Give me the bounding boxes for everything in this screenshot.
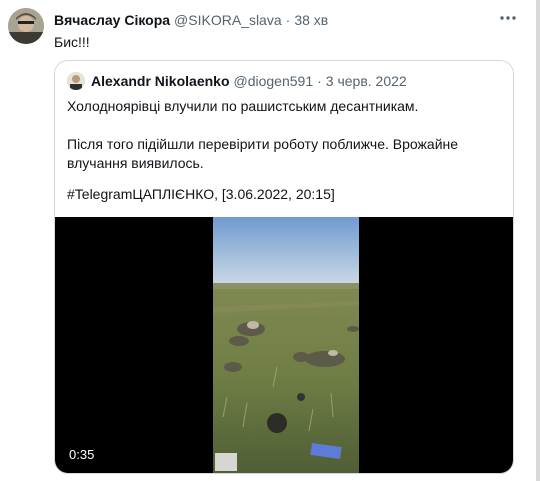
quoted-header: Alexandr Nikolaenko @diogen591 · 3 черв.… [91,73,407,89]
quoted-text-line: Холодноярівці влучили по рашистським дес… [67,98,419,114]
window-edge [536,0,540,481]
quoted-hashtag-line[interactable]: #TelegramЦАПЛІЄНКО, [3.06.2022, 20:15] [67,185,335,204]
quoted-date: 3 черв. 2022 [325,73,407,89]
tweet-header: Вячаслау Сікора @SIKORA_slava · 38 хв [54,12,328,30]
separator-dot: · [285,12,291,28]
quoted-tweet[interactable]: Alexandr Nikolaenko @diogen591 · 3 черв.… [54,60,514,474]
quoted-author-handle: @diogen591 [233,73,314,89]
author-avatar[interactable] [8,8,44,44]
quoted-text-line: влучання виявилось. [67,155,204,171]
video-player[interactable]: 0:35 [55,217,513,473]
quoted-text-line: Після того підійшли перевірити роботу по… [67,136,459,152]
video-thumbnail [213,217,359,473]
more-horizontal-icon[interactable] [498,8,518,28]
author-name[interactable]: Вячаслау Сікора [54,12,170,28]
tweet-time[interactable]: 38 хв [294,12,328,28]
quoted-author-name: Alexandr Nikolaenko [91,73,230,89]
separator-dot: · [317,73,322,89]
tweet-text: Бис!!! [54,34,90,50]
author-handle[interactable]: @SIKORA_slava [174,12,282,28]
video-duration: 0:35 [65,446,99,463]
quoted-author-avatar [67,72,85,90]
